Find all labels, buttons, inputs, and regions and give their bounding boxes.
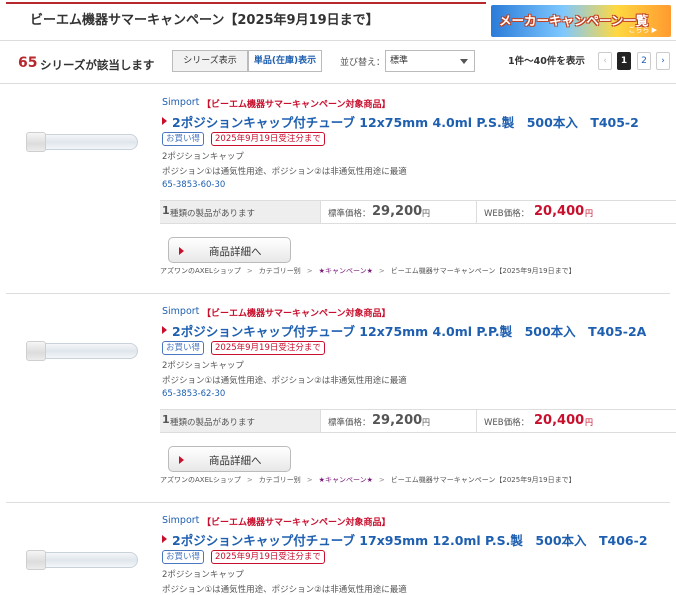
product-item: Simport 【ビーエム機器サマーキャンペーン対象商品】 2ポジションキャップ… [0, 503, 676, 595]
breadcrumb-item[interactable]: カテゴリー别 [259, 476, 301, 484]
next-page-button[interactable]: › [656, 52, 670, 70]
page-header: ビーエム機器サマーキャンペーン【2025年9月19日まで】 メーカーキャンペーン… [0, 0, 676, 40]
product-detail-label: 商品詳細へ [209, 246, 262, 258]
breadcrumb-item[interactable]: アズワンのAXELショップ [160, 476, 241, 484]
product-name-link[interactable]: 2ポジションキャップ付チューブ 17x95mm 12.0ml P.S.製 500… [172, 530, 648, 549]
variant-count-cell: 1 種類の製品があります [160, 201, 320, 223]
product-item: Simport 【ビーエム機器サマーキャンペーン対象商品】 2ポジションキャップ… [0, 294, 676, 503]
single-view-button[interactable]: 単品(在庫)表示 [248, 50, 322, 72]
banner-link: こちら ▶ [628, 26, 657, 34]
product-type: 2ポジションキャップ [162, 570, 244, 580]
catalog-number[interactable]: 65-3853-62-30 [162, 389, 225, 399]
product-detail-button[interactable]: 商品詳細へ [168, 237, 291, 263]
variant-count: 1 [162, 413, 170, 426]
standard-price-label: 標準価格： [328, 418, 371, 428]
page-1-button[interactable]: 1 [617, 52, 631, 70]
deal-badge: お買い得 [162, 132, 205, 146]
result-count: 65 [18, 55, 38, 71]
standard-price-unit: 円 [422, 209, 430, 218]
page-title: ビーエム機器サマーキャンペーン【2025年9月19日まで】 [30, 13, 379, 28]
web-price-unit: 円 [585, 209, 593, 218]
standard-price: 29,200 [372, 413, 423, 428]
standard-price-label: 標準価格： [328, 209, 371, 219]
deadline-badge: 2025年9月19日受注分まで [211, 341, 325, 355]
results-toolbar: 65 シリーズが該当します シリーズ表示 単品(在庫)表示 並び替え： 標準 1… [0, 40, 676, 84]
prev-page-button[interactable]: ‹ [598, 52, 612, 70]
result-range: 1件～40件を表示 [508, 56, 585, 67]
sort-value: 標準 [390, 56, 409, 66]
breadcrumb-item[interactable]: アズワンのAXELショップ [160, 267, 241, 275]
product-description: ポジション①は通気性用途、ポジション②は非通気性用途に最適 [162, 585, 407, 595]
product-brand[interactable]: Simport [162, 306, 199, 317]
product-description: ポジション①は通気性用途、ポジション②は非通気性用途に最適 [162, 167, 407, 177]
deadline-badge: 2025年9月19日受注分まで [211, 132, 325, 146]
series-view-button[interactable]: シリーズ表示 [172, 50, 248, 72]
breadcrumb-item[interactable]: ★キャンペーン★ [319, 267, 373, 275]
web-price: 20,400 [534, 413, 585, 428]
breadcrumb-item[interactable]: ★キャンペーン★ [319, 476, 373, 484]
product-brand[interactable]: Simport [162, 97, 199, 108]
standard-price-unit: 円 [422, 418, 430, 427]
product-type: 2ポジションキャップ [162, 152, 244, 162]
page-2-button[interactable]: 2 [637, 52, 651, 70]
banner-title: メーカーキャンペーン一覧 [499, 13, 649, 28]
arrow-right-icon [179, 247, 184, 255]
arrow-right-icon [162, 326, 167, 334]
breadcrumb: アズワンのAXELショップ > カテゴリー别 > ★キャンペーン★ > ビーエム機器サマーキ… [160, 267, 576, 275]
price-row: 1 種類の製品があります 標準価格： 29,200 円 WEB価格： 20,40… [160, 200, 676, 224]
product-name-link[interactable]: 2ポジションキャップ付チューブ 12x75mm 4.0ml P.P.製 500本… [172, 321, 646, 340]
deal-badge: お買い得 [162, 341, 205, 355]
maker-campaign-banner[interactable]: メーカーキャンペーン一覧 こちら ▶ [491, 5, 671, 37]
web-price-label: WEB価格： [484, 209, 530, 219]
product-description: ポジション①は通気性用途、ポジション②は非通気性用途に最適 [162, 376, 407, 386]
web-price: 20,400 [534, 204, 585, 219]
product-image[interactable] [20, 547, 138, 573]
product-name-link[interactable]: 2ポジションキャップ付チューブ 12x75mm 4.0ml P.S.製 500本… [172, 112, 639, 131]
breadcrumb-item[interactable]: ビーエム機器サマーキャンペーン【2025年9月19日まで】 [391, 476, 576, 484]
product-image[interactable] [20, 129, 138, 155]
variant-count-cell: 1 種類の製品があります [160, 410, 320, 432]
arrow-right-icon [179, 456, 184, 464]
price-row: 1 種類の製品があります 標準価格： 29,200 円 WEB価格： 20,40… [160, 409, 676, 433]
breadcrumb: アズワンのAXELショップ > カテゴリー别 > ★キャンペーン★ > ビーエム機器サマーキ… [160, 476, 576, 484]
web-price-unit: 円 [585, 418, 593, 427]
arrow-right-icon [162, 117, 167, 125]
product-item: Simport 【ビーエム機器サマーキャンペーン対象商品】 2ポジションキャップ… [0, 85, 676, 294]
web-price-label: WEB価格： [484, 418, 530, 428]
campaign-tag: 【ビーエム機器サマーキャンペーン対象商品】 [202, 518, 391, 528]
deal-badge: お買い得 [162, 550, 205, 564]
arrow-right-icon [162, 535, 167, 543]
campaign-tag: 【ビーエム機器サマーキャンペーン対象商品】 [202, 309, 391, 319]
result-count-label: シリーズが該当します [40, 58, 155, 72]
product-image[interactable] [20, 338, 138, 364]
sort-label: 並び替え： [340, 58, 386, 68]
title-accent-line [6, 2, 486, 4]
breadcrumb-item[interactable]: カテゴリー别 [259, 267, 301, 275]
sort-select[interactable]: 標準 [385, 50, 475, 72]
standard-price: 29,200 [372, 204, 423, 219]
chevron-down-icon [460, 59, 468, 64]
breadcrumb-item[interactable]: ビーエム機器サマーキャンペーン【2025年9月19日まで】 [391, 267, 576, 275]
deadline-badge: 2025年9月19日受注分まで [211, 550, 325, 564]
variant-count-label: 種類の製品があります [170, 418, 256, 428]
product-type: 2ポジションキャップ [162, 361, 244, 371]
campaign-tag: 【ビーエム機器サマーキャンペーン対象商品】 [202, 100, 391, 110]
catalog-number[interactable]: 65-3853-60-30 [162, 180, 225, 190]
variant-count: 1 [162, 204, 170, 217]
product-brand[interactable]: Simport [162, 515, 199, 526]
variant-count-label: 種類の製品があります [170, 209, 256, 219]
product-detail-button[interactable]: 商品詳細へ [168, 446, 291, 472]
product-detail-label: 商品詳細へ [209, 455, 262, 467]
